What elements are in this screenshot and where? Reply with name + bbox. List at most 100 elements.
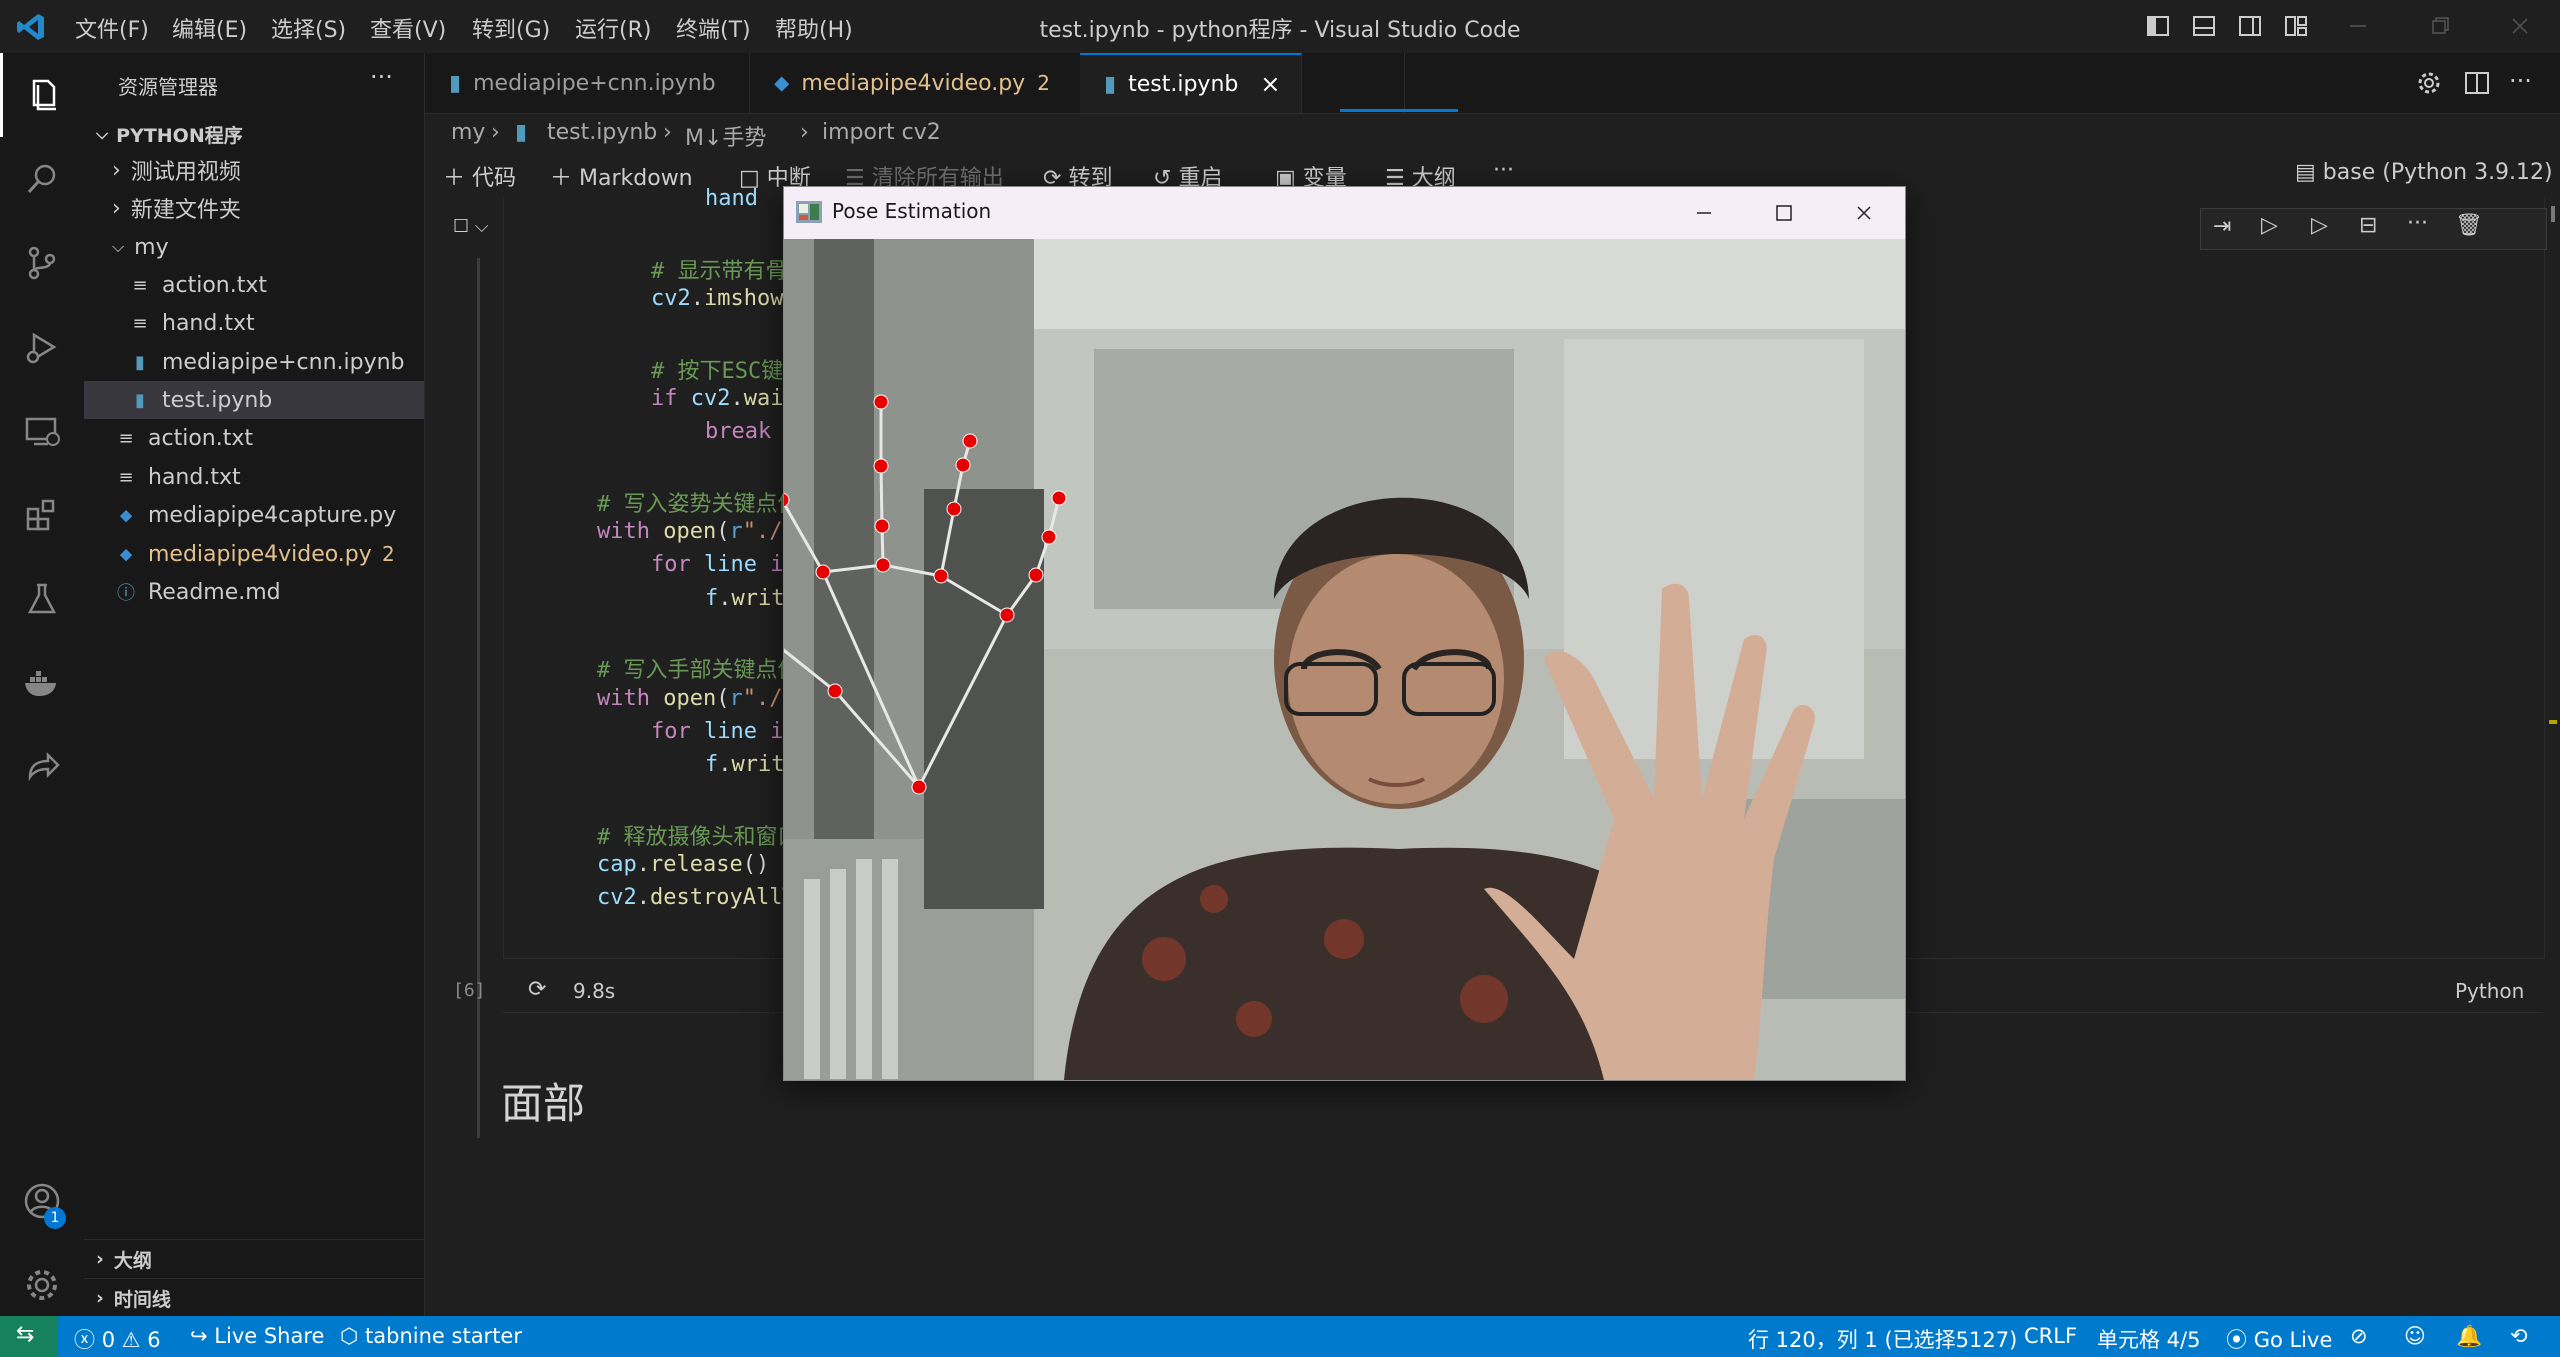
toggle-secondary-sidebar-icon[interactable]	[2238, 14, 2262, 38]
cell-collapse-checkbox[interactable]: ☐ ⌵	[453, 216, 489, 237]
tab-mediapipe4video[interactable]: ⬥ mediapipe4video.py 2	[750, 53, 1405, 113]
run-debug-icon[interactable]	[0, 305, 84, 389]
notebook-settings-icon[interactable]	[2415, 69, 2443, 97]
chevron-right-icon: ›	[800, 120, 809, 145]
workspace-root[interactable]: ⌵ PYTHON程序	[84, 115, 424, 153]
menu-terminal[interactable]: 终端(T)	[676, 12, 751, 44]
sync-icon[interactable]: ⟲	[2510, 1324, 2528, 1348]
tree-file-test-ipynb[interactable]: ▮ test.ipynb	[84, 381, 424, 419]
cell-indicator[interactable]: 单元格 4/5	[2097, 1324, 2200, 1354]
menu-file[interactable]: 文件(F)	[75, 12, 149, 44]
vertical-scrollbar[interactable]	[2547, 198, 2560, 1316]
run-above-icon[interactable]: ⇥	[2213, 214, 2231, 239]
toolbar-more-button[interactable]: ···	[1493, 158, 1514, 183]
remote-explorer-icon[interactable]	[0, 389, 84, 473]
breadcrumb-file[interactable]: test.ipynb	[547, 120, 657, 145]
popup-close-icon[interactable]	[1852, 201, 1876, 225]
code-line[interactable]: hand	[705, 186, 758, 211]
tree-file-mediapipe-cnn[interactable]: ▮ mediapipe+cnn.ipynb	[84, 343, 424, 381]
split-cell-icon[interactable]: ⊟	[2359, 213, 2377, 238]
tree-file-readme[interactable]: ⓘ Readme.md	[84, 573, 424, 611]
extensions-icon[interactable]	[0, 473, 84, 557]
breadcrumb-folder[interactable]: my	[451, 120, 485, 145]
code-line[interactable]: # 写入手部关键点信	[597, 652, 800, 684]
code-line[interactable]: cap.release()	[597, 852, 769, 877]
split-editor-icon[interactable]	[2463, 69, 2491, 97]
hand-keypoint	[962, 433, 978, 449]
code-line[interactable]: # 写入姿势关键点信	[597, 486, 800, 518]
tabnine-icon: ⬡	[340, 1324, 359, 1348]
toggle-sidebar-icon[interactable]	[2146, 14, 2170, 38]
close-window-icon[interactable]	[2508, 14, 2532, 38]
live-share-icon[interactable]	[0, 725, 84, 809]
accounts-icon[interactable]: 1	[0, 1159, 84, 1243]
kernel-picker[interactable]: ▤ base (Python 3.9.12)	[2295, 160, 2553, 185]
feedback-icon[interactable]: ☺	[2404, 1324, 2426, 1348]
menu-edit[interactable]: 编辑(E)	[172, 12, 247, 44]
run-cell-icon[interactable]: ▷	[2261, 213, 2278, 238]
customize-layout-icon[interactable]	[2284, 14, 2308, 38]
timeline-section[interactable]: › 时间线	[84, 1279, 424, 1317]
hand-keypoint	[1051, 490, 1067, 506]
docker-icon[interactable]	[0, 641, 84, 725]
popup-title-bar[interactable]: Pose Estimation	[784, 187, 1905, 239]
cell-more-icon[interactable]: ···	[2407, 211, 2428, 236]
tree-item-label: Readme.md	[148, 579, 281, 605]
cursor-position[interactable]: 行 120，列 1 (已选择5127)	[1748, 1324, 2017, 1354]
restore-window-icon[interactable]	[2428, 14, 2452, 38]
tab-test-ipynb[interactable]: ▮ test.ipynb ×	[1080, 53, 1302, 113]
menu-help[interactable]: 帮助(H)	[775, 12, 853, 44]
chevron-right-icon: ›	[112, 157, 121, 183]
more-actions-icon[interactable]: ···	[2509, 67, 2532, 95]
tree-file-action-txt[interactable]: ≡ action.txt	[84, 266, 424, 304]
popup-minimize-icon[interactable]	[1692, 201, 1716, 225]
code-line[interactable]: # 释放摄像头和窗口	[597, 819, 800, 851]
testing-flask-icon[interactable]	[0, 557, 84, 641]
tree-file-hand-txt-root[interactable]: ≡ hand.txt	[84, 458, 424, 496]
source-control-icon[interactable]	[0, 221, 84, 305]
run-below-icon[interactable]: ▷	[2311, 213, 2328, 238]
tree-file-mediapipe4video[interactable]: ⬥ mediapipe4video.py 2	[84, 535, 424, 573]
tree-folder-new[interactable]: › 新建文件夹	[84, 189, 424, 227]
tree-file-action-txt-root[interactable]: ≡ action.txt	[84, 419, 424, 457]
notifications-bell-icon[interactable]: 🔔	[2456, 1324, 2482, 1349]
delete-cell-icon[interactable]: 🗑	[2455, 213, 2483, 238]
live-share-button[interactable]: ↪ Live Share	[190, 1324, 324, 1348]
search-icon[interactable]	[0, 137, 84, 221]
code-line[interactable]: break	[705, 419, 771, 444]
add-code-button[interactable]: ＋ 代码	[443, 160, 516, 192]
menu-run[interactable]: 运行(R)	[575, 12, 651, 44]
copilot-disabled-icon[interactable]: ⊘	[2350, 1324, 2368, 1348]
minimize-window-icon[interactable]	[2346, 14, 2370, 38]
tabnine-button[interactable]: ⬡ tabnine starter	[340, 1324, 522, 1348]
tree-file-mediapipe4capture[interactable]: ⬥ mediapipe4capture.py	[84, 496, 424, 534]
breadcrumb-section[interactable]: M↓手势	[685, 120, 766, 152]
tab-mediapipe-cnn[interactable]: ▮ mediapipe+cnn.ipynb	[425, 53, 750, 113]
cell-language[interactable]: Python	[2455, 979, 2524, 1003]
problems-indicator[interactable]: ⓧ 0 ⚠ 6	[74, 1324, 161, 1354]
markdown-heading[interactable]: 面部	[501, 1070, 585, 1131]
add-markdown-button[interactable]: ＋ Markdown	[550, 160, 693, 192]
more-actions-icon[interactable]: ···	[370, 63, 393, 91]
tree-folder-my[interactable]: ⌵ my	[84, 228, 424, 266]
breadcrumb-cell[interactable]: import cv2	[822, 120, 941, 145]
chevron-right-icon: ›	[96, 1248, 104, 1270]
pose-estimation-window[interactable]: Pose Estimation	[783, 186, 1906, 1081]
popup-maximize-icon[interactable]	[1772, 201, 1796, 225]
explorer-icon[interactable]	[0, 53, 84, 137]
remote-indicator[interactable]: ⇆	[0, 1316, 58, 1357]
menu-selection[interactable]: 选择(S)	[271, 12, 346, 44]
tab-label: mediapipe+cnn.ipynb	[473, 70, 716, 96]
end-of-line[interactable]: CRLF	[2024, 1324, 2077, 1348]
menu-goto[interactable]: 转到(G)	[472, 12, 550, 44]
toggle-panel-icon[interactable]	[2192, 14, 2216, 38]
settings-gear-icon[interactable]	[0, 1243, 84, 1327]
close-tab-icon[interactable]: ×	[1260, 70, 1280, 98]
remote-icon: ⇆	[16, 1322, 35, 1347]
menu-view[interactable]: 查看(V)	[370, 12, 446, 44]
outline-section[interactable]: › 大纲	[84, 1240, 424, 1278]
error-icon: ⓧ	[74, 1328, 95, 1352]
tree-folder-videos[interactable]: › 测试用视频	[84, 151, 424, 189]
go-live-button[interactable]: ⦿ Go Live	[2226, 1324, 2332, 1354]
tree-file-hand-txt[interactable]: ≡ hand.txt	[84, 304, 424, 342]
